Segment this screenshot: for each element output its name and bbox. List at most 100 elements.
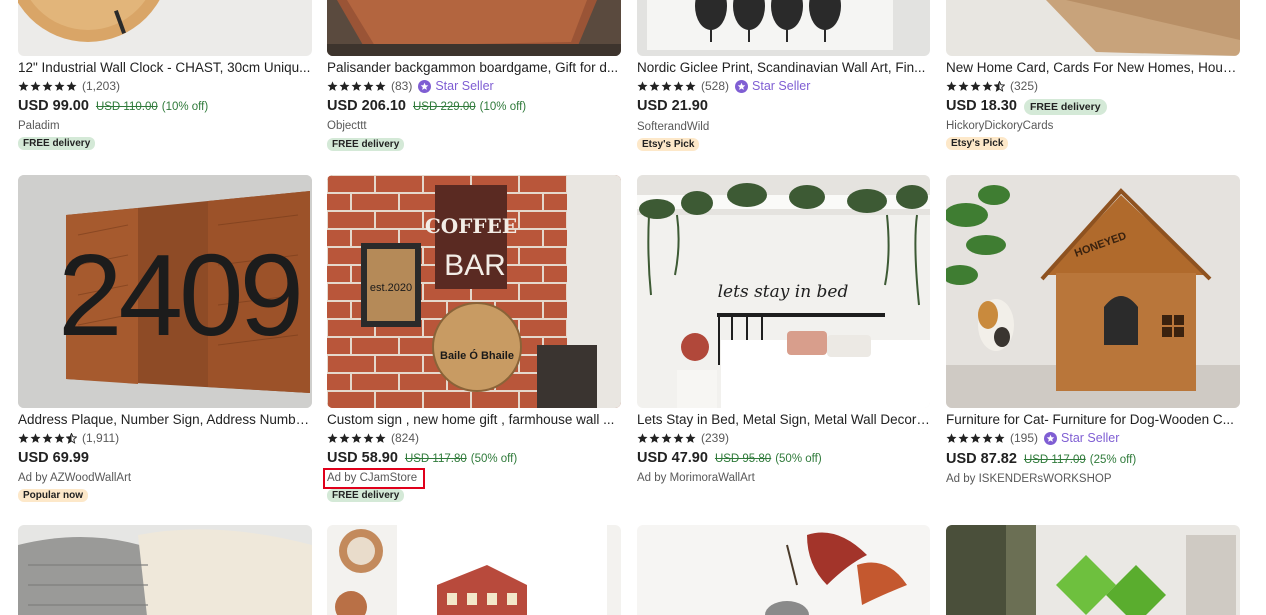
listing-image[interactable]	[327, 525, 621, 615]
review-count: (1,203)	[82, 79, 121, 93]
discount: (50% off)	[775, 453, 822, 465]
star-seller-label: Star Seller	[752, 79, 811, 93]
free-delivery-badge: FREE delivery	[327, 138, 405, 151]
star-icon	[375, 80, 386, 92]
star-icon	[339, 432, 350, 444]
star-seller-icon	[418, 79, 432, 93]
listing-image[interactable]	[637, 0, 930, 56]
listing-title[interactable]: Furniture for Cat- Furniture for Dog-Woo…	[946, 412, 1240, 427]
listing-image[interactable]	[637, 525, 930, 615]
price-row: USD 47.90 USD 95.80 (50% off)	[637, 450, 822, 466]
listing-title[interactable]: Palisander backgammon boardgame, Gift fo…	[327, 60, 621, 75]
discount: (50% off)	[470, 453, 518, 465]
star-icon	[54, 80, 65, 92]
rating: (325)	[946, 79, 1038, 93]
listing-title[interactable]: Nordic Giclee Print, Scandinavian Wall A…	[637, 60, 931, 75]
rating: (1,203)	[18, 79, 120, 93]
review-count: (239)	[701, 431, 730, 445]
discount: (10% off)	[479, 101, 527, 113]
star-seller-label: Star Seller	[1061, 431, 1120, 445]
star-icon	[363, 432, 374, 444]
price: USD 206.10	[327, 98, 406, 114]
star-icon	[958, 432, 969, 444]
original-price: USD 229.00	[413, 101, 476, 113]
star-icon	[42, 80, 53, 92]
star-icon	[685, 432, 696, 444]
listing-image[interactable]	[946, 525, 1240, 615]
star-icon	[685, 80, 696, 92]
star-icon	[327, 432, 338, 444]
star-icon	[30, 80, 41, 92]
listing-image[interactable]: lets stay in bed	[637, 175, 930, 408]
listing-image[interactable]	[18, 0, 312, 56]
star-icon	[339, 80, 350, 92]
shop-name[interactable]: HickoryDickoryCards	[946, 120, 1053, 132]
star-icon	[970, 80, 981, 92]
listing-title[interactable]: Lets Stay in Bed, Metal Sign, Metal Wall…	[637, 412, 931, 427]
listing-image[interactable]	[946, 0, 1240, 56]
discount: (25% off)	[1089, 454, 1137, 466]
star-icon	[54, 432, 65, 444]
listing-title[interactable]: New Home Card, Cards For New Homes, Hous…	[946, 60, 1240, 75]
bar-sign-text: BAR	[444, 249, 506, 282]
rating: (195) Star Seller	[946, 431, 1119, 445]
star-icon	[637, 432, 648, 444]
price: USD 58.90	[327, 450, 398, 466]
listing-image[interactable]: 2409	[18, 175, 312, 408]
star-seller-badge: Star Seller	[1044, 431, 1119, 445]
star-icon	[42, 432, 53, 444]
shop-name[interactable]: Ad by AZWoodWallArt	[18, 472, 131, 484]
star-icon	[327, 80, 338, 92]
price: USD 87.82	[946, 451, 1017, 467]
listing-title[interactable]: Address Plaque, Number Sign, Address Num…	[18, 412, 312, 427]
listing-image[interactable]: COFFEE BAR est.2020 Baile Ó Bhaile	[327, 175, 621, 408]
round-sign-text: Baile Ó Bhaile	[440, 349, 514, 362]
star-rating	[18, 80, 77, 92]
shop-name[interactable]: Ad by MorimoraWallArt	[637, 472, 755, 484]
star-seller-badge: Star Seller	[418, 79, 494, 93]
star-icon	[958, 80, 969, 92]
listing-title[interactable]: 12" Industrial Wall Clock - CHAST, 30cm …	[18, 60, 312, 75]
listing-image[interactable]: HONEYED	[946, 175, 1240, 408]
original-price: USD 117.80	[404, 453, 467, 465]
price: USD 99.00	[18, 98, 89, 114]
star-seller-icon	[735, 79, 749, 93]
listing-title[interactable]: Custom sign , new home gift , farmhouse …	[327, 412, 621, 427]
price: USD 18.30	[946, 98, 1017, 114]
price-row: USD 99.00 USD 110.00 (10% off)	[18, 98, 208, 114]
star-icon	[351, 432, 362, 444]
price-row: USD 58.90 USD 117.80 (50% off)	[327, 450, 517, 466]
rating: (239)	[637, 431, 729, 445]
star-rating	[946, 80, 1005, 92]
star-icon	[946, 80, 957, 92]
star-rating	[18, 432, 77, 444]
price-row: USD 69.99	[18, 450, 96, 466]
original-price: USD 117.09	[1023, 454, 1086, 466]
review-count: (83)	[391, 79, 413, 93]
star-rating	[637, 80, 696, 92]
shop-name[interactable]: Paladim	[18, 120, 60, 132]
shop-name[interactable]: SofterandWild	[637, 121, 709, 133]
star-icon	[673, 80, 684, 92]
star-icon	[661, 80, 672, 92]
star-icon	[982, 432, 993, 444]
star-rating	[637, 432, 696, 444]
price-row: USD 21.90	[637, 98, 715, 114]
star-icon	[970, 432, 981, 444]
free-delivery-badge: FREE delivery	[18, 137, 96, 150]
star-icon	[66, 80, 77, 92]
price-row: USD 87.82 USD 117.09 (25% off)	[946, 451, 1136, 467]
wall-sign-text: lets stay in bed	[718, 282, 849, 302]
shop-name[interactable]: Ad by ISKENDERsWORKSHOP	[946, 473, 1112, 485]
price-row: USD 18.30 FREE delivery	[946, 98, 1107, 115]
review-count: (528)	[701, 79, 730, 93]
star-seller-icon	[1044, 431, 1058, 445]
shop-name[interactable]: Objecttt	[327, 120, 367, 132]
star-icon	[66, 432, 77, 444]
free-delivery-badge: FREE delivery	[327, 489, 405, 502]
star-rating	[327, 432, 386, 444]
listing-image[interactable]	[327, 0, 621, 56]
popular-now-badge: Popular now	[18, 489, 88, 502]
listing-image[interactable]	[18, 525, 312, 615]
star-icon	[649, 80, 660, 92]
